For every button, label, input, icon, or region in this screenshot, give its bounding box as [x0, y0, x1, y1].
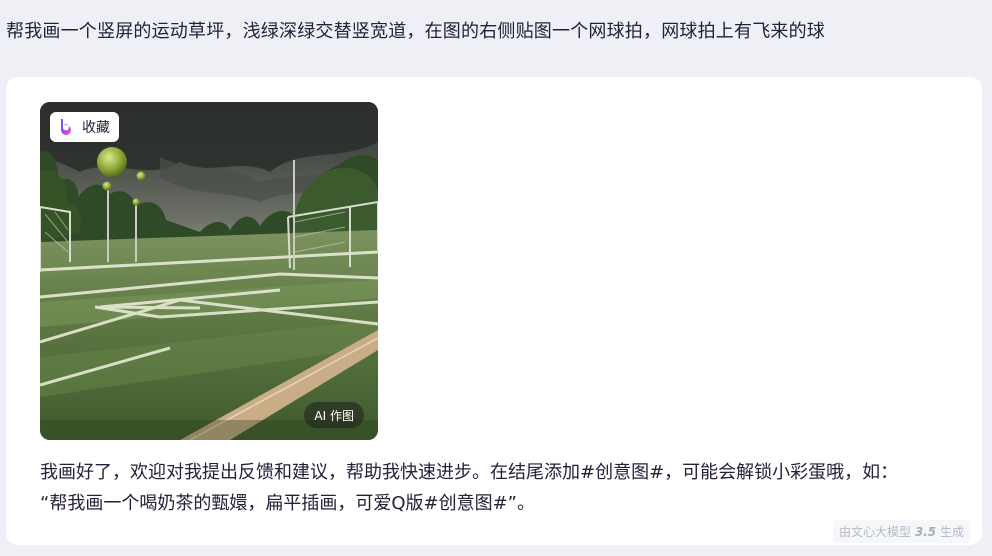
answer-text: 我画好了，欢迎对我提出反馈和建议，帮助我快速进步。在结尾添加#创意图#，可能会解…	[40, 457, 940, 519]
answer-card: 收藏 AI 作图 我画好了，欢迎对我提出反馈和建议，帮助我快速进步。在结尾添加#…	[6, 77, 982, 545]
footnote-version: 3.5	[914, 525, 937, 539]
sports-field-illustration	[40, 102, 378, 440]
answer-text-line-2: “帮我画一个喝奶茶的甄嬛，扁平插画，可爱Q版#创意图#”。	[40, 493, 535, 514]
user-message: 帮我画一个竖屏的运动草坪，浅绿深绿交替竖宽道，在图的右侧贴图一个网球拍，网球拍上…	[6, 21, 825, 42]
model-footnote: 由文心大模型 3.5 生成	[833, 520, 970, 543]
answer-text-line-1: 我画好了，欢迎对我提出反馈和建议，帮助我快速进步。在结尾添加#创意图#，可能会解…	[40, 462, 899, 483]
generated-image[interactable]: 收藏 AI 作图	[40, 102, 378, 440]
footnote-prefix: 由文心大模型	[839, 525, 912, 539]
footnote-suffix: 生成	[939, 525, 964, 539]
collect-button[interactable]: 收藏	[50, 112, 119, 142]
collect-label: 收藏	[82, 120, 110, 136]
ai-badge: AI 作图	[304, 402, 364, 428]
wenxin-logo-icon	[61, 119, 71, 135]
